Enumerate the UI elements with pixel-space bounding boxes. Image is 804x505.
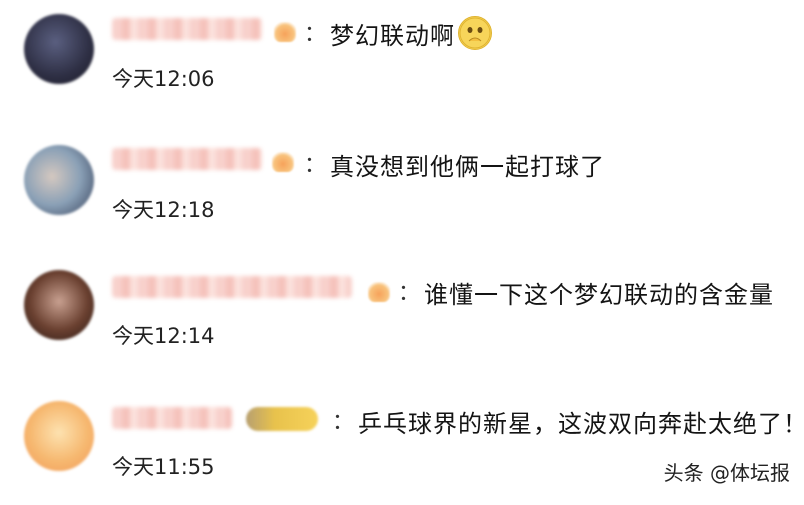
- comment-item: ： 梦幻联动啊 今天12:06: [0, 0, 804, 120]
- comment-time: 今天11:55: [112, 455, 215, 479]
- pray-emoji-icon: [458, 16, 492, 50]
- separator: ：: [304, 153, 327, 178]
- username[interactable]: [112, 148, 262, 170]
- crown-icon: [368, 282, 390, 302]
- separator: ：: [332, 410, 355, 435]
- comment-time: 今天12:14: [112, 324, 215, 348]
- username[interactable]: [112, 407, 232, 429]
- comment-text: 梦幻联动啊: [330, 22, 455, 50]
- avatar[interactable]: [24, 401, 94, 471]
- separator: ：: [398, 281, 421, 306]
- comment-text: 谁懂一下这个梦幻联动的含金量: [424, 281, 774, 309]
- crown-icon: [274, 22, 296, 42]
- avatar[interactable]: [24, 270, 94, 340]
- crown-icon: [272, 152, 294, 172]
- comment-text: 乒乓球界的新星，这波双向奔赴太绝了！: [358, 410, 804, 438]
- avatar[interactable]: [24, 14, 94, 84]
- comment-item: ： 真没想到他俩一起打球了 今天12:18: [0, 130, 804, 250]
- username[interactable]: [112, 276, 352, 298]
- comment-item: ： 乒乓球界的新星，这波双向奔赴太绝了！ 今天11:55: [0, 385, 804, 505]
- avatar[interactable]: [24, 145, 94, 215]
- badge-icon: [246, 407, 318, 431]
- comment-time: 今天12:18: [112, 198, 215, 222]
- watermark: 头条 @体坛报: [663, 461, 790, 485]
- username[interactable]: [112, 18, 262, 40]
- comment-item: ： 谁懂一下这个梦幻联动的含金量 今天12:14: [0, 258, 804, 378]
- pray-emoji-icon: [459, 17, 491, 49]
- comment-time: 今天12:06: [112, 67, 215, 91]
- separator: ：: [304, 22, 327, 47]
- comment-text: 真没想到他俩一起打球了: [330, 153, 605, 181]
